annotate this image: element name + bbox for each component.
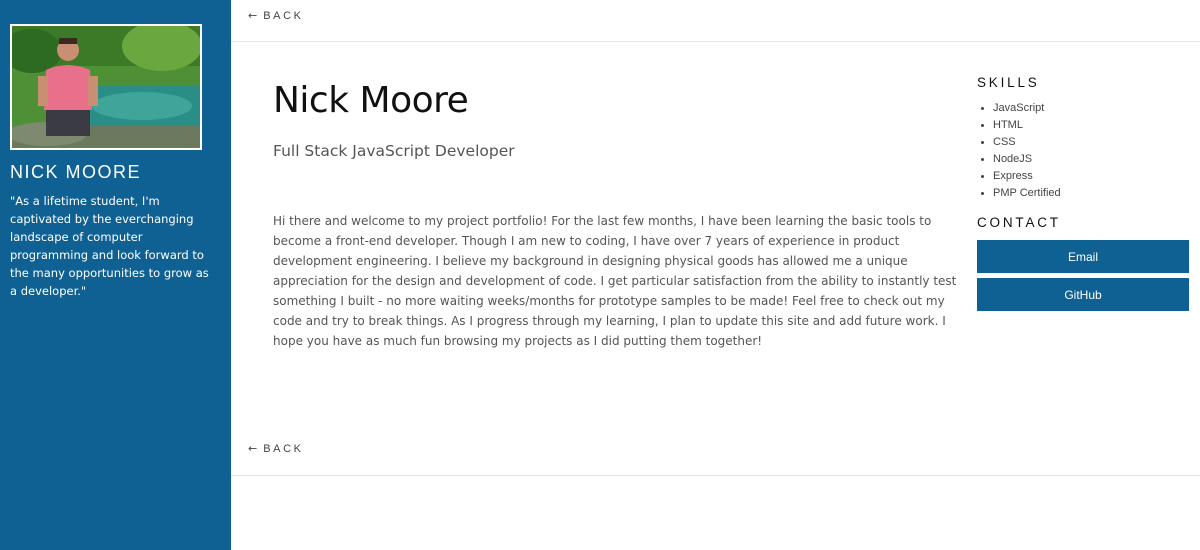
skill-item: PMP Certified — [993, 185, 1061, 202]
skill-item: CSS — [993, 134, 1061, 151]
top-nav: ← BACK — [231, 0, 1200, 42]
profile-photo-image — [12, 26, 200, 148]
back-link-top[interactable]: ← BACK — [248, 9, 304, 22]
bio-text: Hi there and welcome to my project portf… — [273, 214, 957, 348]
back-arrow-icon: ← — [248, 9, 258, 22]
skills-heading: SKILLS — [977, 75, 1040, 90]
sidebar-name: NICK MOORE — [10, 162, 142, 182]
bottom-nav: ← BACK — [231, 433, 1200, 476]
contact-heading: CONTACT — [977, 215, 1061, 230]
back-arrow-icon: ← — [248, 442, 258, 455]
skills-list: JavaScript HTML CSS NodeJS Express PMP C… — [977, 100, 1061, 202]
github-button[interactable]: GitHub — [977, 278, 1189, 311]
skill-item: Express — [993, 168, 1061, 185]
page-title: Nick Moore — [273, 80, 469, 121]
skill-item: HTML — [993, 117, 1061, 134]
sidebar: NICK MOORE "As a lifetime student, I'm c… — [0, 0, 231, 550]
email-button[interactable]: Email — [977, 240, 1189, 273]
page-subtitle: Full Stack JavaScript Developer — [273, 142, 515, 160]
sidebar-quote: "As a lifetime student, I'm captivated b… — [10, 194, 209, 298]
back-label: BACK — [263, 443, 304, 455]
back-link-bottom[interactable]: ← BACK — [248, 442, 304, 455]
skill-item: NodeJS — [993, 151, 1061, 168]
back-label: BACK — [263, 10, 304, 22]
skill-item: JavaScript — [993, 100, 1061, 117]
profile-photo — [10, 24, 202, 150]
